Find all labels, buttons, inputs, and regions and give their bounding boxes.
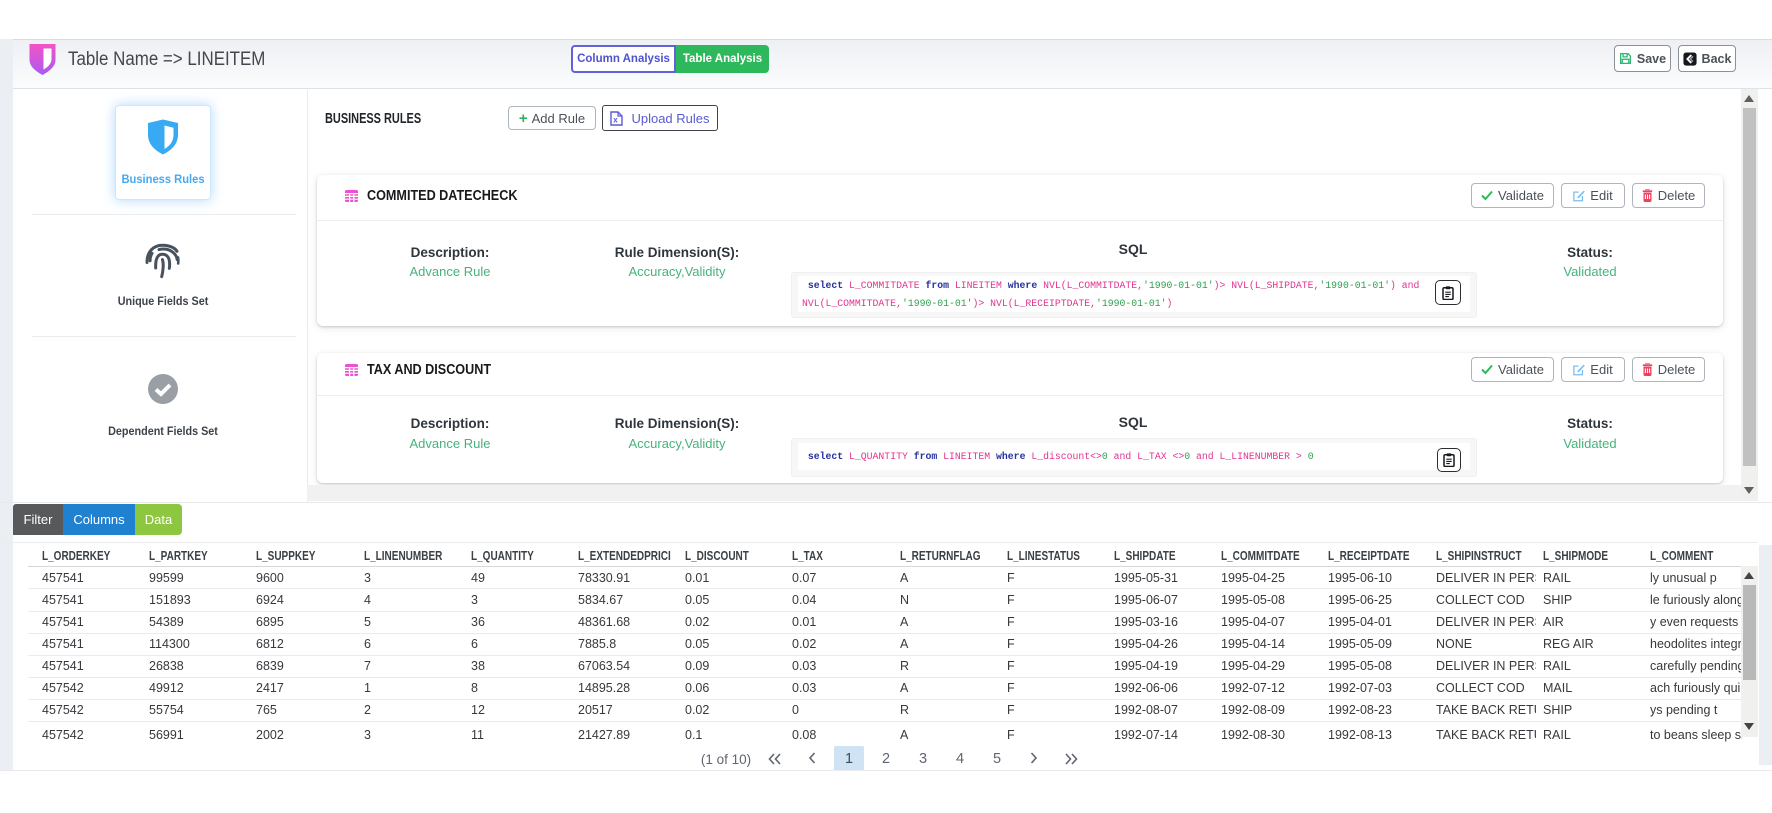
- svg-text:x: x: [614, 115, 619, 124]
